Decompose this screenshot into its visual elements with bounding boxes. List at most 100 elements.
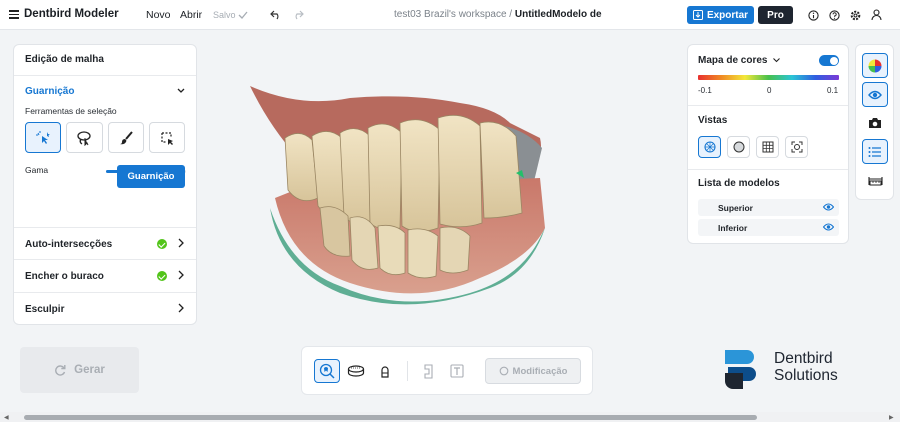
- eye-icon[interactable]: [823, 223, 834, 231]
- divider: [688, 169, 848, 170]
- box-select-tool[interactable]: [148, 122, 185, 153]
- color-map-dropdown[interactable]: Mapa de cores: [698, 55, 781, 66]
- view-sphere[interactable]: [727, 136, 750, 158]
- horizontal-scrollbar[interactable]: ◀ ▶: [0, 412, 900, 422]
- implant-tool[interactable]: [372, 359, 398, 383]
- view-solid[interactable]: [698, 136, 721, 158]
- view-fit[interactable]: [785, 136, 808, 158]
- lasso-select-tool[interactable]: [66, 122, 103, 153]
- tooth-search-icon: [319, 363, 335, 379]
- dental-model-viewport[interactable]: [240, 78, 560, 318]
- scale-min: -0.1: [698, 86, 712, 95]
- generate-button[interactable]: Gerar: [20, 347, 139, 393]
- panel-title: Edição de malha: [14, 45, 196, 76]
- export-label: Exportar: [706, 9, 749, 21]
- guarnicao-header-label: Guarnição: [25, 85, 75, 97]
- scrollbar-thumb[interactable]: [24, 415, 757, 420]
- model-item-lower[interactable]: Inferior: [698, 219, 839, 236]
- dentbird-logo-mark: [725, 350, 756, 389]
- sculpt-row[interactable]: Esculpir: [14, 292, 196, 325]
- sphere-icon: [733, 141, 744, 153]
- export-icon: [692, 10, 703, 20]
- text-icon: [450, 364, 464, 378]
- model-name: Superior: [718, 202, 753, 213]
- view-grid[interactable]: [756, 136, 779, 158]
- file-name[interactable]: UntitledModelo de: [515, 9, 602, 20]
- save-status: Salvo: [213, 10, 236, 20]
- fill-hole-row[interactable]: Encher o buraco: [14, 259, 196, 292]
- eye-icon[interactable]: [823, 203, 834, 211]
- model-item-upper[interactable]: Superior: [698, 199, 839, 216]
- pro-button[interactable]: Pro: [758, 6, 793, 24]
- guarnicao-apply-button[interactable]: Guarnição: [117, 165, 185, 188]
- magic-wand-icon: [36, 130, 51, 144]
- views-label: Vistas: [698, 115, 728, 126]
- hamburger-menu-icon[interactable]: [9, 10, 19, 19]
- top-bar: Dentbird Modeler Novo Abrir Salvo test03…: [0, 0, 900, 30]
- color-wheel-icon: [868, 59, 882, 72]
- camera-icon: [869, 117, 881, 128]
- menu-open[interactable]: Abrir: [180, 9, 202, 21]
- model-view-tool[interactable]: [314, 359, 340, 383]
- logo-line2: Solutions: [774, 367, 838, 384]
- visibility-panel-button[interactable]: [862, 82, 888, 107]
- models-list-label: Lista de modelos: [698, 178, 780, 189]
- list-panel-button[interactable]: [862, 139, 888, 164]
- text-tool[interactable]: [444, 359, 470, 383]
- select-area-icon: [161, 131, 173, 145]
- color-scale-bar: [698, 75, 839, 80]
- gama-label: Gama: [25, 165, 49, 175]
- pattern-sphere-icon: [703, 141, 716, 153]
- brush-icon: [119, 130, 133, 144]
- color-map-label: Mapa de cores: [698, 55, 768, 66]
- grid-icon: [762, 141, 773, 153]
- row-label: Esculpir: [25, 303, 65, 315]
- export-button[interactable]: Exportar: [687, 6, 754, 24]
- user-icon[interactable]: [871, 9, 882, 21]
- settings-gear-icon[interactable]: [850, 10, 861, 21]
- modify-button[interactable]: Modificação: [485, 358, 581, 384]
- color-map-toggle[interactable]: [819, 55, 839, 66]
- refresh-icon: [499, 366, 508, 376]
- workspace-breadcrumb: test03 Brazil's workspace / UntitledMode…: [394, 9, 602, 20]
- info-icon[interactable]: [808, 10, 819, 21]
- check-circle-icon: [157, 271, 167, 281]
- measure-button[interactable]: [862, 168, 888, 193]
- tag-icon: [424, 363, 433, 379]
- workspace-name: test03 Brazil's workspace /: [394, 9, 513, 20]
- generate-label: Gerar: [74, 364, 105, 376]
- side-toolbar: [855, 44, 894, 200]
- dentbird-logo: Dentbird Solutions: [725, 349, 838, 392]
- redo-icon[interactable]: [292, 9, 304, 20]
- model-base-icon: [347, 365, 365, 377]
- toolbar-divider: [407, 361, 408, 381]
- base-tool[interactable]: [343, 359, 369, 383]
- chevron-right-icon: [178, 303, 184, 313]
- scale-mid: 0: [767, 86, 772, 95]
- undo-icon[interactable]: [270, 9, 282, 20]
- help-icon[interactable]: [829, 10, 840, 21]
- check-icon: [238, 11, 248, 19]
- auto-intersections-row[interactable]: Auto-intersecções: [14, 227, 196, 260]
- selection-tools-label: Ferramentas de seleção: [25, 106, 117, 116]
- color-map-panel-button[interactable]: [862, 53, 888, 78]
- guarnicao-section-header[interactable]: Guarnição: [25, 76, 185, 106]
- scroll-left-arrow[interactable]: ◀: [4, 414, 9, 421]
- screenshot-button[interactable]: [862, 110, 888, 135]
- magic-select-tool[interactable]: [25, 122, 62, 153]
- check-circle-icon: [157, 239, 167, 249]
- divider: [688, 105, 848, 106]
- focus-icon: [791, 141, 802, 153]
- chevron-right-icon: [178, 270, 184, 280]
- model-name: Inferior: [718, 222, 748, 233]
- refresh-icon: [55, 365, 66, 376]
- modify-label: Modificação: [512, 365, 568, 377]
- lasso-icon: [77, 130, 92, 146]
- label-tool[interactable]: [416, 359, 442, 383]
- logo-line1: Dentbird: [774, 350, 833, 367]
- scroll-right-arrow[interactable]: ▶: [889, 414, 894, 421]
- mesh-edit-panel: Edição de malha Guarnição Ferramentas de…: [13, 44, 197, 325]
- menu-new[interactable]: Novo: [146, 9, 171, 21]
- display-panel: Mapa de cores -0.1 0 0.1 Vistas Lista de…: [687, 44, 849, 244]
- brush-select-tool[interactable]: [107, 122, 144, 153]
